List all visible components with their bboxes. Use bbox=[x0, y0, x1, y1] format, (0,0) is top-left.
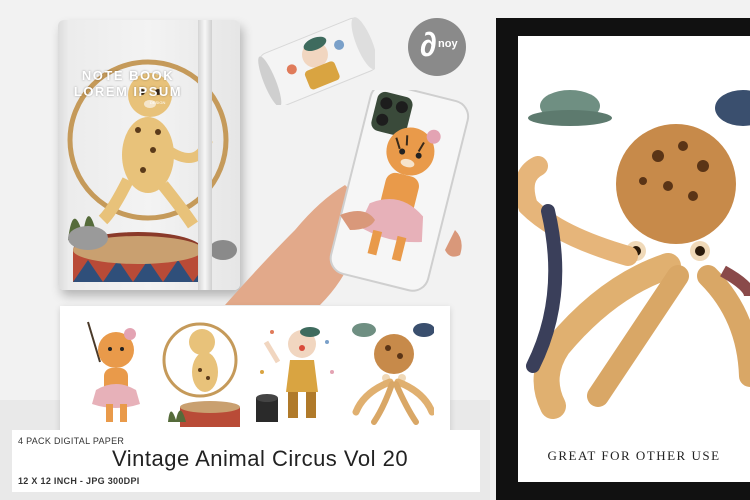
brand-logo-badge: ∂ noy bbox=[408, 18, 466, 76]
pack-label: 4 PACK DIGITAL PAPER bbox=[18, 436, 125, 446]
illustration-preview-row bbox=[60, 306, 450, 436]
notebook-mockup: NOTE BOOK LOREM IPSUM DESIGN bbox=[58, 20, 240, 290]
brand-logo-icon: ∂ bbox=[420, 26, 437, 64]
octopus-illustration bbox=[518, 90, 750, 419]
cheetah-hoop-illustration bbox=[67, 59, 237, 282]
poster-frame: GREAT FOR OTHER USE bbox=[496, 18, 750, 500]
poster-canvas: GREAT FOR OTHER USE bbox=[518, 36, 750, 482]
tiger-girl-thumbnail bbox=[87, 321, 140, 422]
brand-logo-text: noy bbox=[438, 38, 458, 50]
product-title: Vintage Animal Circus Vol 20 bbox=[112, 446, 409, 471]
poster-caption: GREAT FOR OTHER USE bbox=[547, 448, 721, 463]
phone-mockup bbox=[225, 83, 485, 310]
cheetah-hoop-thumbnail bbox=[162, 322, 240, 427]
tiger-phone-illustration bbox=[225, 83, 470, 305]
product-banner: 4 PACK DIGITAL PAPER Vintage Animal Circ… bbox=[12, 430, 480, 492]
clown-thumbnail bbox=[256, 327, 334, 422]
notebook-title-line2: LOREM IPSUM bbox=[73, 84, 183, 99]
notebook-subtitle: DESIGN bbox=[150, 100, 166, 105]
notebook-title-line1: NOTE BOOK bbox=[81, 68, 175, 83]
octopus-thumbnail bbox=[352, 323, 434, 425]
notebook-elastic-strap bbox=[198, 20, 212, 290]
product-specs: 12 X 12 INCH - JPG 300DPI bbox=[18, 476, 140, 486]
